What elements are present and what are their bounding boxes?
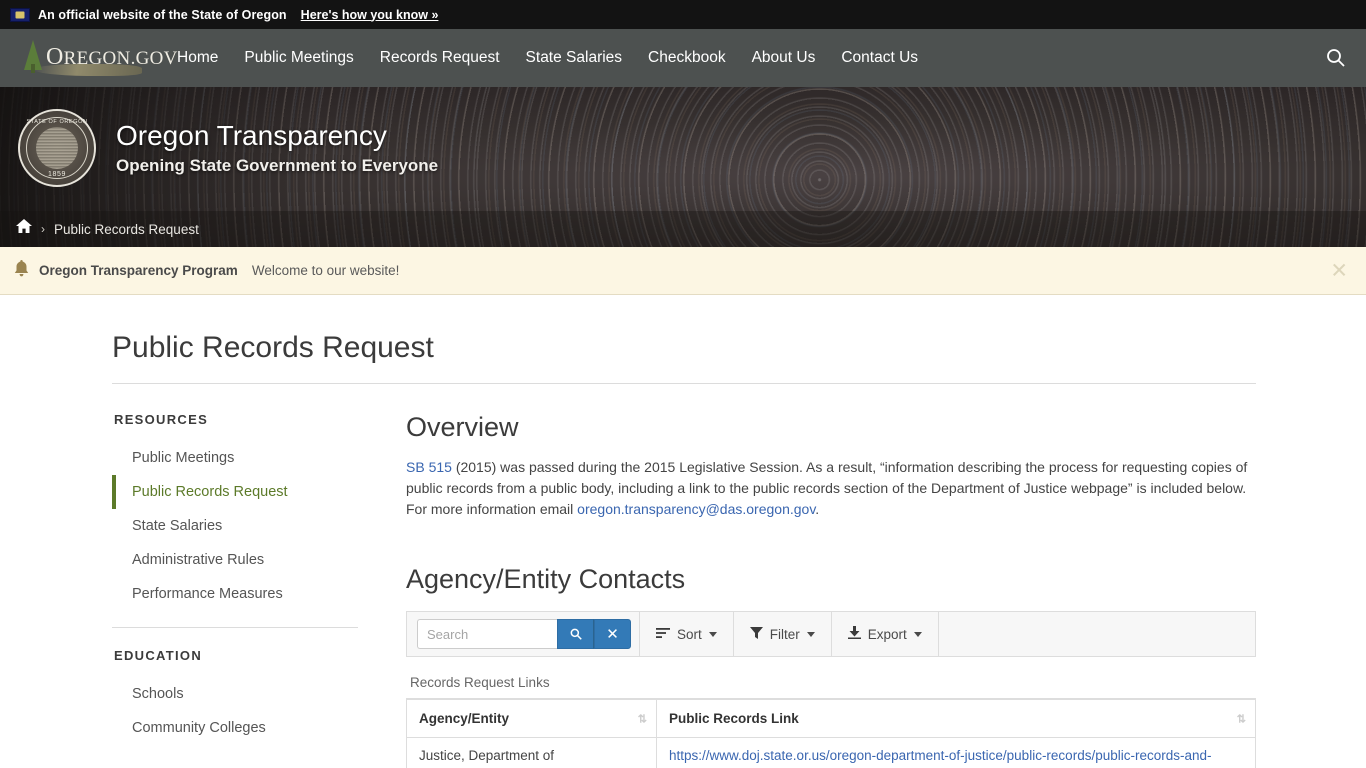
column-header-agency[interactable]: Agency/Entity ⇅ (406, 698, 657, 738)
cell-link: https://www.doj.state.or.us/oregon-depar… (656, 737, 1256, 768)
overview-text-2: . (815, 501, 820, 517)
alert-title: Oregon Transparency Program (39, 263, 238, 278)
bell-icon (14, 259, 29, 282)
sidebar-item-administrative-rules[interactable]: Administrative Rules (112, 543, 358, 577)
search-icon[interactable] (1324, 46, 1348, 70)
records-link[interactable]: https://www.doj.state.or.us/oregon-depar… (669, 748, 1212, 763)
chevron-down-icon (806, 631, 815, 637)
logo-text-cap: O (46, 44, 64, 70)
nav-item-checkbook[interactable]: Checkbook (635, 43, 739, 73)
table-caption: Records Request Links (410, 675, 550, 690)
column-header-public-records-link[interactable]: Public Records Link ⇅ (656, 698, 1256, 738)
export-dropdown[interactable]: Export (832, 612, 938, 656)
oregon-state-seal-icon: STATE OF OREGON 1859 (18, 109, 96, 187)
column-header-link-label: Public Records Link (669, 711, 799, 726)
seal-year-text: 1859 (48, 171, 66, 178)
seal-top-text: STATE OF OREGON (26, 119, 88, 125)
alert-message: Welcome to our website! (251, 263, 400, 278)
sort-dropdown[interactable]: Sort (640, 612, 733, 656)
breadcrumb-separator: › (41, 222, 45, 236)
contacts-heading: Agency/Entity Contacts (406, 564, 686, 594)
sidebar: RESOURCES Public Meetings Public Records… (112, 412, 382, 768)
nav-item-about-us[interactable]: About Us (739, 43, 829, 73)
overview-text-1: (2015) was passed during the 2015 Legisl… (406, 459, 1248, 517)
sort-label: Sort (677, 626, 702, 642)
sort-updown-icon[interactable]: ⇅ (1237, 712, 1246, 725)
sidebar-item-community-colleges[interactable]: Community Colleges (112, 711, 358, 745)
export-label: Export (867, 626, 907, 642)
sidebar-heading-resources: RESOURCES (114, 412, 209, 427)
main-content: Overview SB 515 (2015) was passed during… (382, 412, 1256, 768)
home-icon[interactable] (16, 219, 32, 239)
search-group: ✕ (417, 619, 631, 649)
sidebar-item-public-records-request[interactable]: Public Records Request (112, 475, 358, 509)
breadcrumb-current[interactable]: Public Records Request (54, 222, 199, 237)
sort-icon (656, 627, 670, 642)
overview-heading: Overview (406, 412, 519, 442)
site-alert: Oregon Transparency Program Welcome to o… (0, 247, 1366, 295)
how-you-know-link[interactable]: Here's how you know » (301, 8, 439, 22)
page-title: Public Records Request (112, 331, 434, 364)
clear-search-button[interactable]: ✕ (594, 619, 631, 649)
chevron-down-icon (708, 631, 717, 637)
gov-banner-text: An official website of the State of Oreg… (38, 7, 287, 22)
table-header: Agency/Entity ⇅ Public Records Link ⇅ (406, 698, 1256, 738)
title-divider (112, 383, 1256, 384)
search-input[interactable] (417, 619, 557, 649)
search-button[interactable] (557, 619, 594, 649)
table-header-row: Agency/Entity ⇅ Public Records Link ⇅ (406, 698, 1256, 738)
page-container: Public Records Request RESOURCES Public … (0, 295, 1366, 768)
logo-text-rest: REGON.GOV (63, 48, 178, 69)
close-icon[interactable]: ✕ (1330, 260, 1348, 281)
oregon-gov-logo[interactable]: OREGON.GOV (18, 38, 177, 78)
download-icon (847, 626, 861, 642)
hero-subtitle: Opening State Government to Everyone (116, 156, 439, 175)
nav-item-public-meetings[interactable]: Public Meetings (231, 43, 366, 73)
hero-content: STATE OF OREGON 1859 Oregon Transparency… (0, 87, 1366, 187)
filter-dropdown[interactable]: Filter (734, 612, 831, 656)
toolbar-empty-area (937, 612, 1255, 656)
records-request-table: Agency/Entity ⇅ Public Records Link ⇅ Ju… (406, 698, 1256, 768)
hero-text-block: Oregon Transparency Opening State Govern… (116, 120, 438, 176)
column-header-agency-label: Agency/Entity (419, 711, 510, 726)
cell-agency: Justice, Department of (406, 737, 657, 768)
nav-item-records-request[interactable]: Records Request (367, 43, 513, 73)
transparency-email-link[interactable]: oregon.transparency@das.oregon.gov (577, 501, 815, 517)
official-gov-banner: An official website of the State of Oreg… (0, 0, 1366, 29)
sort-updown-icon[interactable]: ⇅ (638, 712, 647, 725)
logo-text: OREGON.GOV (46, 44, 178, 71)
sidebar-item-performance-measures[interactable]: Performance Measures (112, 577, 358, 611)
overview-paragraph: SB 515 (2015) was passed during the 2015… (406, 457, 1256, 520)
hero-title: Oregon Transparency (116, 120, 387, 151)
sidebar-heading-education: EDUCATION (114, 648, 203, 663)
nav-links: Home Public Meetings Records Request Sta… (164, 43, 931, 73)
main-navbar: OREGON.GOV Home Public Meetings Records … (0, 29, 1366, 87)
sb-515-link[interactable]: SB 515 (406, 459, 452, 475)
sidebar-item-state-salaries[interactable]: State Salaries (112, 509, 358, 543)
oregon-flag-icon (10, 7, 30, 22)
nav-item-state-salaries[interactable]: State Salaries (513, 43, 636, 73)
sidebar-divider (112, 627, 358, 628)
hero-banner: STATE OF OREGON 1859 Oregon Transparency… (0, 87, 1366, 247)
chevron-down-icon (913, 631, 922, 637)
breadcrumb: › Public Records Request (0, 211, 1366, 247)
filter-label: Filter (769, 626, 800, 642)
sidebar-item-schools[interactable]: Schools (112, 677, 358, 711)
sidebar-item-public-meetings[interactable]: Public Meetings (112, 441, 358, 475)
table-body: Justice, Department of https://www.doj.s… (406, 737, 1256, 768)
content-columns: RESOURCES Public Meetings Public Records… (112, 412, 1256, 768)
nav-item-contact-us[interactable]: Contact Us (828, 43, 931, 73)
table-toolbar: ✕ Sort (406, 611, 1256, 657)
table-row: Justice, Department of https://www.doj.s… (406, 737, 1256, 768)
pine-tree-trunk-icon (31, 64, 35, 73)
funnel-icon (749, 626, 763, 642)
